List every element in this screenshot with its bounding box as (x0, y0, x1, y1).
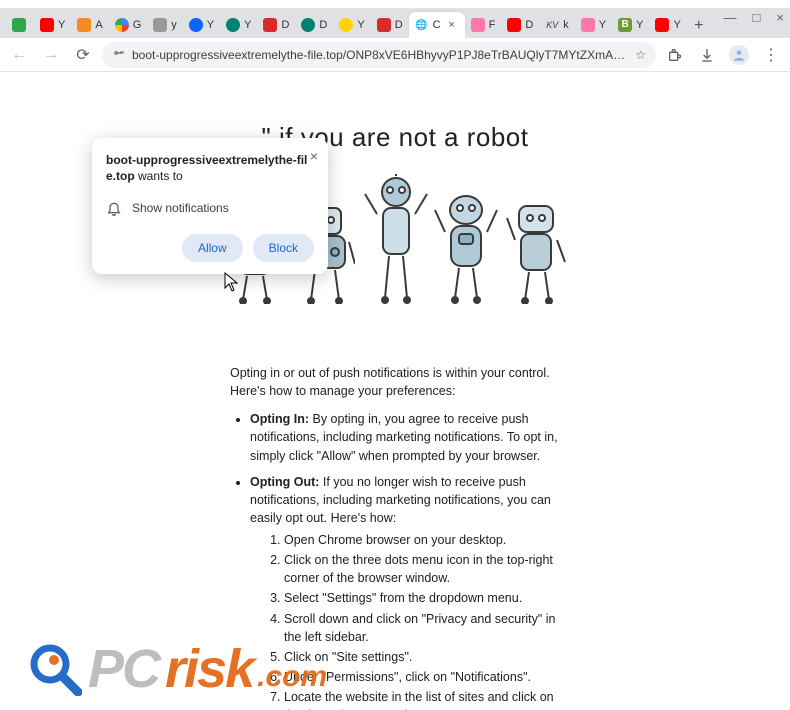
tab-active[interactable]: 🌐 C × (409, 12, 465, 38)
info-intro: Opting in or out of push notifications i… (230, 364, 560, 400)
tab-9[interactable]: Y (333, 12, 370, 38)
notification-permission-popup: × boot-upprogressiveextremelythe-file.to… (92, 138, 328, 274)
tab-0[interactable] (6, 12, 34, 38)
new-tab-button[interactable]: + (687, 14, 711, 38)
tab-13[interactable]: D (501, 12, 539, 38)
menu-button[interactable]: ⋮ (758, 42, 784, 68)
tab-1[interactable]: Y (34, 12, 71, 38)
bookmark-star-icon[interactable]: ☆ (635, 48, 646, 62)
tab-strip: Y A G y Y Y D D Y D 🌐 C × F D KVk Y BY Y… (0, 8, 790, 38)
cursor-icon (224, 272, 238, 297)
optin-item: Opting In: By opting in, you agree to re… (250, 410, 560, 464)
site-info-icon[interactable] (112, 46, 126, 63)
tab-2[interactable]: A (71, 12, 108, 38)
window-close-icon[interactable]: × (776, 10, 784, 25)
tab-close-icon[interactable]: × (445, 18, 459, 32)
downloads-icon[interactable] (694, 42, 720, 68)
watermark-risk: risk (165, 638, 253, 700)
tab-12[interactable]: F (465, 12, 502, 38)
window-controls: — □ × (724, 10, 784, 25)
step-1: Open Chrome browser on your desktop. (284, 531, 560, 549)
tab-14[interactable]: KVk (539, 12, 575, 38)
tab-15[interactable]: Y (575, 12, 612, 38)
tab-8[interactable]: D (295, 12, 333, 38)
tab-7[interactable]: D (257, 12, 295, 38)
watermark-com: .com (257, 660, 327, 694)
tab-16[interactable]: BY (612, 12, 649, 38)
popup-permission-label: Show notifications (132, 201, 229, 215)
extensions-icon[interactable] (662, 42, 688, 68)
window-minimize-icon[interactable]: — (724, 10, 737, 25)
tab-4[interactable]: y (147, 12, 183, 38)
address-bar[interactable]: boot-upprogressiveextremelythe-file.top/… (102, 42, 656, 68)
step-2: Click on the three dots menu icon in the… (284, 551, 560, 587)
popup-close-icon[interactable]: × (310, 148, 318, 164)
bell-icon (106, 200, 122, 216)
reload-button[interactable]: ⟳ (70, 42, 96, 68)
url-text: boot-upprogressiveextremelythe-file.top/… (132, 48, 629, 62)
pcrisk-watermark: PCrisk.com (28, 638, 327, 700)
tab-17[interactable]: Y (649, 12, 686, 38)
tab-3[interactable]: G (109, 12, 148, 38)
forward-button[interactable]: → (38, 42, 64, 68)
step-3: Select "Settings" from the dropdown menu… (284, 589, 560, 607)
tab-5[interactable]: Y (183, 12, 220, 38)
browser-toolbar: ← → ⟳ boot-upprogressiveextremelythe-fil… (0, 38, 790, 72)
globe-icon: 🌐 (415, 18, 429, 32)
window-maximize-icon[interactable]: □ (753, 10, 761, 25)
popup-wants: wants to (135, 169, 183, 183)
block-button[interactable]: Block (253, 234, 314, 262)
tab-10[interactable]: D (371, 12, 409, 38)
magnifier-icon (28, 642, 82, 696)
watermark-pc: PC (88, 638, 159, 700)
tab-6[interactable]: Y (220, 12, 257, 38)
profile-avatar[interactable] (726, 42, 752, 68)
allow-button[interactable]: Allow (182, 234, 243, 262)
back-button[interactable]: ← (6, 42, 32, 68)
active-tab-title: C (433, 19, 441, 31)
